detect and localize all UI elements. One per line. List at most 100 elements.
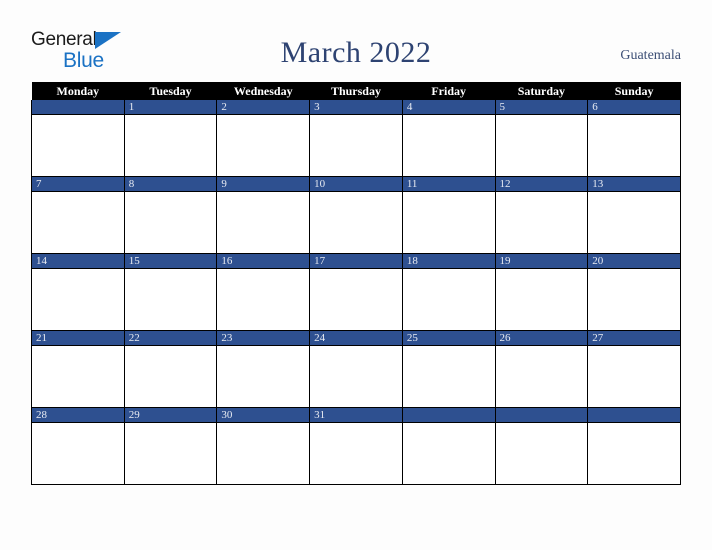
day-cell[interactable] [494,407,589,485]
day-cell[interactable]: 18 [401,253,496,331]
day-cell[interactable]: 1 [123,100,218,177]
day-notes-area[interactable] [495,192,588,253]
day-number: 1 [128,101,135,113]
day-number: 13 [592,178,604,190]
day-cell[interactable]: 12 [494,176,589,254]
day-cell[interactable]: 25 [401,330,496,408]
day-cell[interactable] [587,407,681,485]
day-notes-area[interactable] [217,115,310,176]
day-cell[interactable]: 8 [123,176,218,254]
day-notes-area[interactable] [310,192,402,253]
day-number-band: 22 [124,331,217,346]
day-number-band: 16 [217,254,310,269]
day-number-band: 3 [310,100,402,115]
day-notes-area[interactable] [217,269,310,330]
day-cell[interactable]: 31 [309,407,403,485]
day-notes-area[interactable] [588,115,680,176]
day-notes-area[interactable] [495,115,588,176]
day-number-band: 29 [124,408,217,423]
day-notes-area[interactable] [588,269,680,330]
day-number-band: 25 [402,331,495,346]
day-cell[interactable]: 24 [309,330,403,408]
day-cell[interactable]: 3 [309,100,403,177]
day-cell[interactable]: 10 [309,176,403,254]
weekday-header-row: Monday Tuesday Wednesday Thursday Friday… [31,82,681,100]
day-number-band [402,408,495,423]
day-notes-area[interactable] [32,346,124,407]
page-header: General Blue March 2022 Guatemala [31,22,681,78]
day-cell[interactable]: 13 [587,176,681,254]
day-notes-area[interactable] [32,423,124,484]
day-notes-area[interactable] [32,192,124,253]
day-cell[interactable]: 4 [401,100,496,177]
day-cell[interactable]: 11 [401,176,496,254]
day-notes-area[interactable] [495,423,588,484]
day-cell[interactable]: 21 [31,330,125,408]
week-row: 28 29 30 31 [31,407,681,485]
day-notes-area[interactable] [124,346,217,407]
day-notes-area[interactable] [32,269,124,330]
day-notes-area[interactable] [588,346,680,407]
day-cell[interactable]: 22 [123,330,218,408]
day-number-band: 28 [32,408,124,423]
day-cell[interactable]: 5 [494,100,589,177]
day-notes-area[interactable] [124,423,217,484]
week-row: 21 22 23 24 25 26 27 [31,330,681,408]
day-number: 7 [36,178,42,190]
day-cell[interactable]: 23 [216,330,311,408]
weekday-header-tuesday: Tuesday [124,82,217,100]
day-cell[interactable]: 14 [31,253,125,331]
day-cell[interactable]: 29 [123,407,218,485]
day-number-band: 5 [495,100,588,115]
day-notes-area[interactable] [217,346,310,407]
day-cell[interactable]: 15 [123,253,218,331]
day-notes-area[interactable] [588,423,680,484]
day-cell[interactable]: 17 [309,253,403,331]
day-cell[interactable]: 20 [587,253,681,331]
day-notes-area[interactable] [32,115,124,176]
day-notes-area[interactable] [402,269,495,330]
day-cell[interactable]: 9 [216,176,311,254]
day-number: 18 [406,255,418,267]
weekday-header-wednesday: Wednesday [216,82,310,100]
day-notes-area[interactable] [402,346,495,407]
day-cell[interactable] [401,407,496,485]
day-notes-area[interactable] [310,115,402,176]
day-notes-area[interactable] [495,346,588,407]
day-notes-area[interactable] [124,115,217,176]
day-number: 5 [499,101,506,113]
day-notes-area[interactable] [402,192,495,253]
page-title: March 2022 [280,36,432,69]
day-number: 2 [221,101,227,113]
day-notes-area[interactable] [402,423,495,484]
day-number: 4 [406,101,413,113]
day-number-band: 2 [217,100,310,115]
day-notes-area[interactable] [124,269,217,330]
day-notes-area[interactable] [217,192,310,253]
day-number: 26 [499,332,511,344]
day-cell[interactable]: 6 [587,100,681,177]
day-cell[interactable]: 30 [216,407,311,485]
day-notes-area[interactable] [588,192,680,253]
day-number-band: 6 [588,100,680,115]
day-cell[interactable] [31,100,125,177]
day-cell[interactable]: 27 [587,330,681,408]
day-cell[interactable]: 26 [494,330,589,408]
day-number-band: 13 [588,177,680,192]
day-number: 16 [221,255,233,267]
day-cell[interactable]: 28 [31,407,125,485]
day-cell[interactable]: 19 [494,253,589,331]
day-notes-area[interactable] [402,115,495,176]
day-notes-area[interactable] [310,346,402,407]
day-cell[interactable]: 2 [216,100,311,177]
day-notes-area[interactable] [217,423,310,484]
week-row: 7 8 9 10 11 12 13 [31,176,681,254]
day-notes-area[interactable] [310,423,402,484]
day-number-band [32,100,124,115]
day-number-band: 30 [217,408,310,423]
day-notes-area[interactable] [495,269,588,330]
day-notes-area[interactable] [310,269,402,330]
day-notes-area[interactable] [124,192,217,253]
day-cell[interactable]: 7 [31,176,125,254]
day-cell[interactable]: 16 [216,253,311,331]
